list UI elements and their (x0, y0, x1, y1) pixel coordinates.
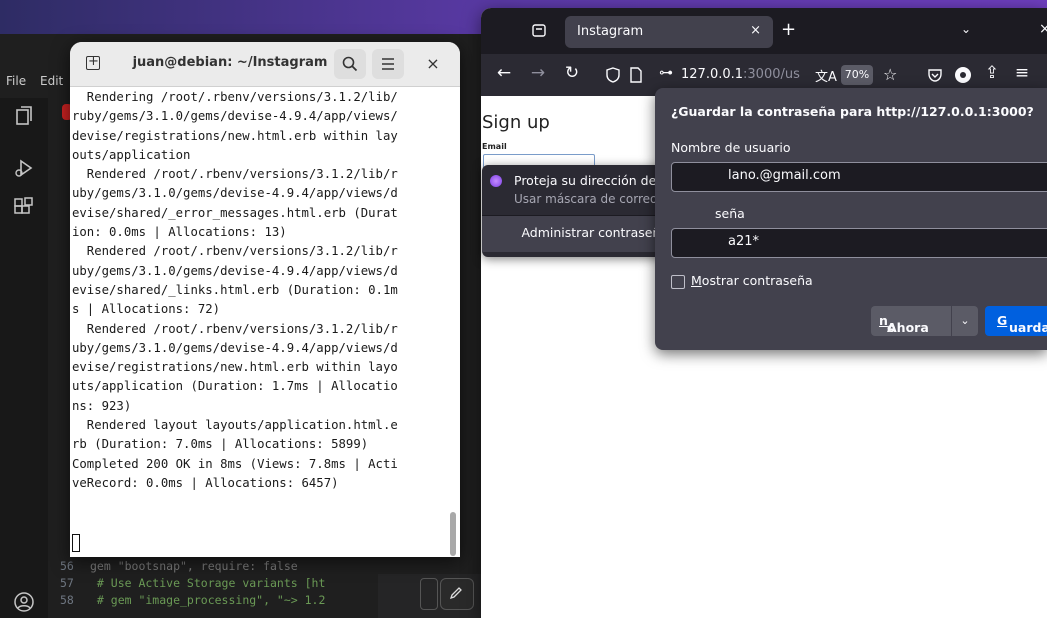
panel-square-button[interactable] (420, 578, 438, 610)
terminal-line: ion: 0.0ms | Allocations: 13) (72, 225, 287, 240)
terminal-title: juan@debian: ~/Instagram (132, 55, 328, 70)
terminal-cursor (72, 534, 80, 552)
page-info-icon[interactable] (629, 67, 643, 83)
code-line: 57 # Use Active Storage variants [ht (60, 576, 326, 590)
forward-icon[interactable]: → (527, 63, 549, 83)
translate-icon[interactable]: 文A (815, 66, 837, 85)
terminal-line: devise/registrations/new.html.erb within… (72, 128, 398, 143)
url-text[interactable]: 127.0.0.1:3000/us (681, 67, 800, 82)
terminal-line: evise/registrations/new.html.erb within … (72, 360, 398, 375)
terminal-line: Rendered /root/.rbenv/versions/3.1.2/lib… (72, 244, 398, 259)
edit-button[interactable] (440, 578, 474, 610)
terminal-line: Completed 200 OK in 8ms (Views: 7.8ms | … (72, 456, 398, 471)
new-tab-button[interactable]: + (80, 51, 108, 77)
account-icon[interactable] (12, 590, 36, 614)
list-all-tabs-icon[interactable]: ⌄ (961, 22, 971, 36)
terminal-output[interactable]: Rendering /root/.rbenv/versions/3.1.2/li… (70, 88, 450, 557)
menu-file[interactable]: File (6, 74, 26, 88)
terminal-line: evise/shared/_links.html.erb (Duration: … (72, 282, 398, 297)
bookmark-star-icon[interactable]: ☆ (883, 65, 897, 84)
extension-icon[interactable] (955, 67, 971, 83)
window-close-icon[interactable]: × (1039, 21, 1047, 37)
not-now-button[interactable]: Ahora no (871, 306, 951, 336)
new-tab-plus-icon[interactable]: + (781, 19, 796, 40)
not-now-dropdown-icon[interactable]: ⌄ (952, 306, 978, 336)
vscode-menubar: File Edit (0, 68, 80, 92)
dialog-title: ¿Guardar la contraseña para http://127.0… (671, 104, 1034, 119)
save-button[interactable]: Guardar (985, 306, 1047, 336)
page-title: Sign up (482, 112, 550, 133)
password-value: a21* (728, 234, 760, 249)
tab-overview-icon[interactable] (531, 22, 547, 38)
pocket-icon[interactable] (927, 68, 943, 82)
terminal-line: Rendering /root/.rbenv/versions/3.1.2/li… (72, 90, 398, 104)
terminal-headerbar: + juan@debian: ~/Instagram × (70, 42, 460, 87)
key-icon[interactable]: ⊶ (659, 65, 673, 81)
password-field[interactable]: a21* (671, 228, 1047, 258)
explorer-icon[interactable] (12, 104, 36, 128)
tab-instagram[interactable]: Instagram × (565, 16, 773, 48)
menu-button[interactable] (372, 49, 404, 79)
tracking-shield-icon[interactable] (605, 67, 621, 83)
terminal-window[interactable]: + juan@debian: ~/Instagram × Rendering /… (70, 42, 460, 557)
tab-title: Instagram (577, 24, 644, 39)
tab-close-icon[interactable]: × (750, 23, 761, 38)
close-icon[interactable]: × (423, 54, 443, 74)
code-line: 58 # gem "image_processing", "~> 1.2 (60, 593, 326, 607)
terminal-line: veRecord: 0.0ms | Allocations: 6457) (72, 475, 339, 490)
terminal-line: uts/application (Duration: 1.7ms | Alloc… (72, 379, 398, 394)
app-menu-icon[interactable]: ≡ (1011, 63, 1033, 83)
terminal-line: ruby/gems/3.1.0/gems/devise-4.9.4/app/vi… (72, 109, 398, 124)
terminal-line: uby/gems/3.1.0/gems/devise-4.9.4/app/vie… (72, 340, 398, 355)
terminal-line: outs/application (72, 147, 191, 162)
extensions-icon[interactable] (12, 196, 36, 220)
username-value: lano.@gmail.com (728, 168, 841, 183)
run-debug-icon[interactable] (12, 156, 36, 180)
terminal-line: Rendered layout layouts/application.html… (72, 418, 398, 433)
username-field[interactable]: lano.@gmail.com (671, 162, 1047, 192)
terminal-line: uby/gems/3.1.0/gems/devise-4.9.4/app/vie… (72, 263, 398, 278)
username-label: Nombre de usuario (671, 140, 791, 155)
show-password-label[interactable]: Mostrar contraseña (691, 273, 813, 288)
reload-icon[interactable]: ↻ (561, 63, 583, 83)
search-icon (342, 56, 358, 72)
terminal-line: s | Allocations: 72) (72, 302, 221, 317)
email-label: Email (482, 142, 507, 151)
menu-edit[interactable]: Edit (40, 74, 63, 88)
code-line: 56 gem "bootsnap", require: false (60, 559, 298, 573)
terminal-line: rb (Duration: 7.0ms | Allocations: 5899) (72, 437, 369, 452)
back-icon[interactable]: ← (493, 63, 515, 83)
terminal-line: ns: 923) (72, 398, 132, 413)
search-button[interactable] (334, 49, 366, 79)
relay-mask-icon (490, 175, 502, 187)
vscode-activity-bar (0, 98, 48, 618)
save-password-dialog: ¿Guardar la contraseña para http://127.0… (655, 88, 1047, 350)
editor-code[interactable]: 56 gem "bootsnap", require: false 57 # Us… (60, 558, 325, 609)
pencil-icon (449, 587, 462, 600)
hamburger-icon (382, 58, 394, 70)
terminal-line: uby/gems/3.1.0/gems/devise-4.9.4/app/vie… (72, 186, 398, 201)
zoom-level[interactable]: 70% (841, 65, 873, 85)
terminal-scrollbar[interactable] (450, 512, 456, 556)
terminal-line: evise/shared/_error_messages.html.erb (D… (72, 205, 398, 220)
show-password-checkbox[interactable] (671, 275, 685, 289)
tab-bar: Instagram × + ⌄ × (481, 8, 1047, 54)
terminal-line: Rendered /root/.rbenv/versions/3.1.2/lib… (72, 321, 398, 336)
terminal-line: Rendered /root/.rbenv/versions/3.1.2/lib… (72, 167, 398, 182)
share-icon[interactable]: ⇪ (981, 63, 1003, 83)
